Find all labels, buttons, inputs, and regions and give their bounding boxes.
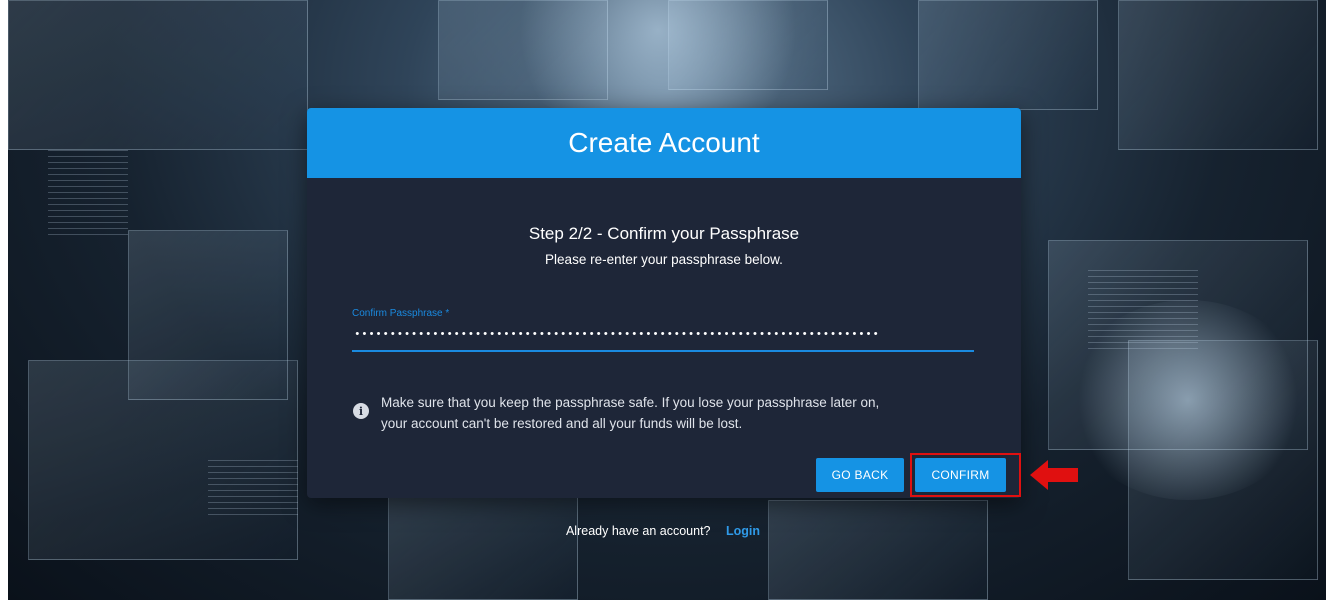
confirm-passphrase-label: Confirm Passphrase * (352, 308, 450, 319)
go-back-button[interactable]: GO BACK (816, 458, 904, 492)
card-header: Create Account (307, 108, 1021, 178)
login-prompt-text: Already have an account? (565, 524, 711, 538)
warning-text: Make sure that you keep the passphrase s… (381, 395, 880, 431)
confirm-button[interactable]: CONFIRM (915, 458, 1006, 492)
pointer-arrow-icon (1030, 460, 1078, 490)
step-subtitle: Please re-enter your passphrase below. (545, 252, 783, 267)
confirm-passphrase-input[interactable] (352, 324, 974, 352)
login-link[interactable]: Login (726, 524, 760, 538)
login-prompt: Already have an account? Login (0, 524, 1326, 538)
create-account-card: Create Account Step 2/2 - Confirm your P… (307, 108, 1021, 498)
passphrase-warning: i Make sure that you keep the passphrase… (353, 392, 993, 434)
step-title: Step 2/2 - Confirm your Passphrase (528, 224, 800, 243)
page-title: Create Account (568, 127, 760, 158)
info-icon: i (353, 403, 369, 419)
